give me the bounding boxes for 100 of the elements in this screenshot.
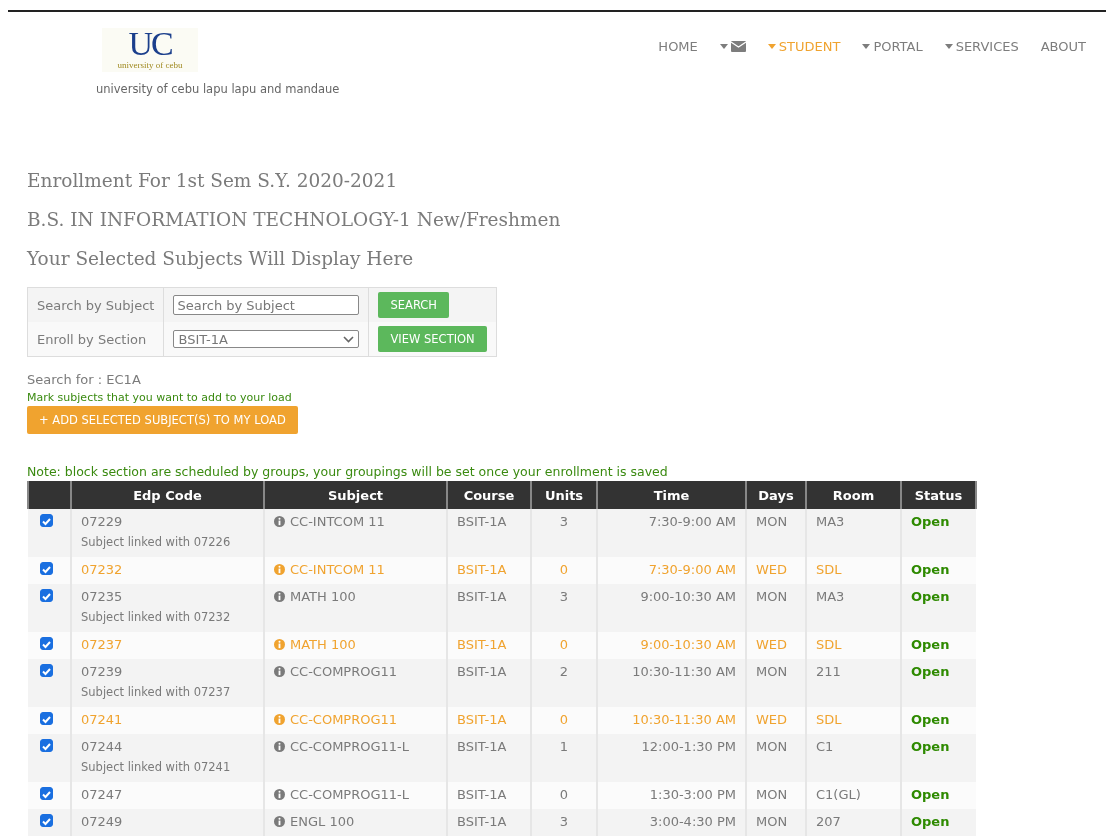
info-icon [274,741,285,752]
mail-menu[interactable] [719,38,746,54]
status-label: Open [911,637,950,652]
info-icon [274,639,285,650]
column-header: Days [746,481,806,509]
campus-name: university of cebu lapu lapu and mandaue [96,82,340,96]
subject-code: CC-COMPROG11-L [290,787,410,802]
row-checkbox[interactable] [40,589,53,602]
table-cell: 3 [559,514,569,529]
table-cell: BSIT-1A [457,514,507,529]
linked-note: Subject linked with 07232 [81,610,232,624]
table-cell: 0 [559,787,569,802]
table-cell: 211 [816,664,841,679]
linked-note: Subject linked with 07237 [81,685,232,699]
table-cell: 0 [559,562,569,577]
search-button[interactable]: SEARCH [378,292,449,318]
row-checkbox[interactable] [40,712,53,725]
edp-code: 07235 [81,589,124,604]
linked-note: Subject linked with 07241 [81,760,232,774]
table-cell: SDL [816,712,842,727]
table-cell: SDL [816,562,842,577]
nav-link[interactable]: ABOUT [1040,38,1086,54]
row-checkbox[interactable] [40,787,53,800]
row-checkbox[interactable] [40,664,53,677]
subject-code: MATH 100 [290,589,356,604]
edp-code: 07249 [81,814,124,829]
table-cell: BSIT-1A [457,787,507,802]
status-label: Open [911,739,950,754]
column-header: Course [447,481,531,509]
edp-code: 07241 [81,712,124,727]
table-cell: 3 [559,814,569,829]
table-cell: MON [756,589,788,604]
table-cell: BSIT-1A [457,664,507,679]
table-cell: 0 [559,712,569,727]
note-text: Note: block section are scheduled by groups, your groupings will be set once your enrollment is saved [27,464,669,479]
row-checkbox[interactable] [40,739,53,752]
search-query: Search for : EC1A [27,372,142,387]
table-cell: C1(GL) [816,787,861,802]
nav-menu[interactable]: SERVICES [944,38,1019,54]
table-cell: 0 [559,637,569,652]
nav-link[interactable]: HOME [658,38,698,54]
subject-code: CC-INTCOM 11 [290,514,385,529]
caret-icon [767,43,776,49]
nav-menu[interactable]: STUDENT [767,38,841,54]
table-cell: MON [756,787,788,802]
table-cell: BSIT-1A [457,637,507,652]
university-logo: UC university of cebu [102,28,198,72]
nav-menu[interactable]: PORTAL [862,38,923,54]
table-cell: 9:00-10:30 AM [640,637,736,652]
table-cell: 3 [559,589,569,604]
caret-icon [862,43,871,49]
status-label: Open [911,814,950,829]
status-label: Open [911,664,950,679]
info-icon [274,516,285,527]
status-label: Open [911,589,950,604]
envelope-icon [730,40,746,52]
row-checkbox[interactable] [40,637,53,650]
row-checkbox[interactable] [40,514,53,527]
status-label: Open [911,562,950,577]
subject-code: CC-INTCOM 11 [290,562,385,577]
table-cell: 207 [816,814,841,829]
table-cell: WED [756,562,788,577]
info-icon [274,714,285,725]
table-cell: 10:30-11:30 AM [632,664,736,679]
table-cell: BSIT-1A [457,589,507,604]
table-cell: 1 [559,739,569,754]
page-heading: Enrollment For 1st Sem S.Y. 2020-2021 [27,170,399,191]
column-header: Edp Code [71,481,264,509]
add-subjects-button[interactable]: + ADD SELECTED SUBJECT(S) TO MY LOAD [27,406,298,434]
row-checkbox[interactable] [40,562,53,575]
column-header: Status [901,481,976,509]
chevron-icon [343,335,355,343]
column-header: Time [597,481,746,509]
view-section-button[interactable]: VIEW SECTION [378,326,487,352]
column-header: Subject [264,481,447,509]
subject-code: MATH 100 [290,637,356,652]
info-icon [274,564,285,575]
caret-icon [944,43,953,49]
table-cell: SDL [816,637,842,652]
info-icon [274,666,285,677]
edp-code: 07237 [81,637,124,652]
subject-code: CC-COMPROG11 [290,712,398,727]
table-cell: 7:30-9:00 AM [648,514,736,529]
table-cell: MON [756,664,788,679]
subject-search-field[interactable]: Search by Subject [173,295,360,315]
page-heading: B.S. IN INFORMATION TECHNOLOGY-1 New/Freshmen [27,209,562,230]
row-checkbox[interactable] [40,814,53,827]
edp-code: 07247 [81,787,124,802]
linked-note: Subject linked with 07226 [81,535,232,549]
table-cell: C1 [816,739,834,754]
table-cell: 12:00-1:30 PM [641,739,736,754]
info-icon [274,816,285,827]
table-cell: WED [756,712,788,727]
section-select[interactable]: BSIT-1A [173,330,360,348]
table-cell: BSIT-1A [457,739,507,754]
hint-text: Mark subjects that you want to add to your load [27,391,293,404]
edp-code: 07239 [81,664,124,679]
table-cell: BSIT-1A [457,712,507,727]
field-label: Enroll by Section [37,331,147,347]
subject-code: CC-COMPROG11 [290,664,398,679]
